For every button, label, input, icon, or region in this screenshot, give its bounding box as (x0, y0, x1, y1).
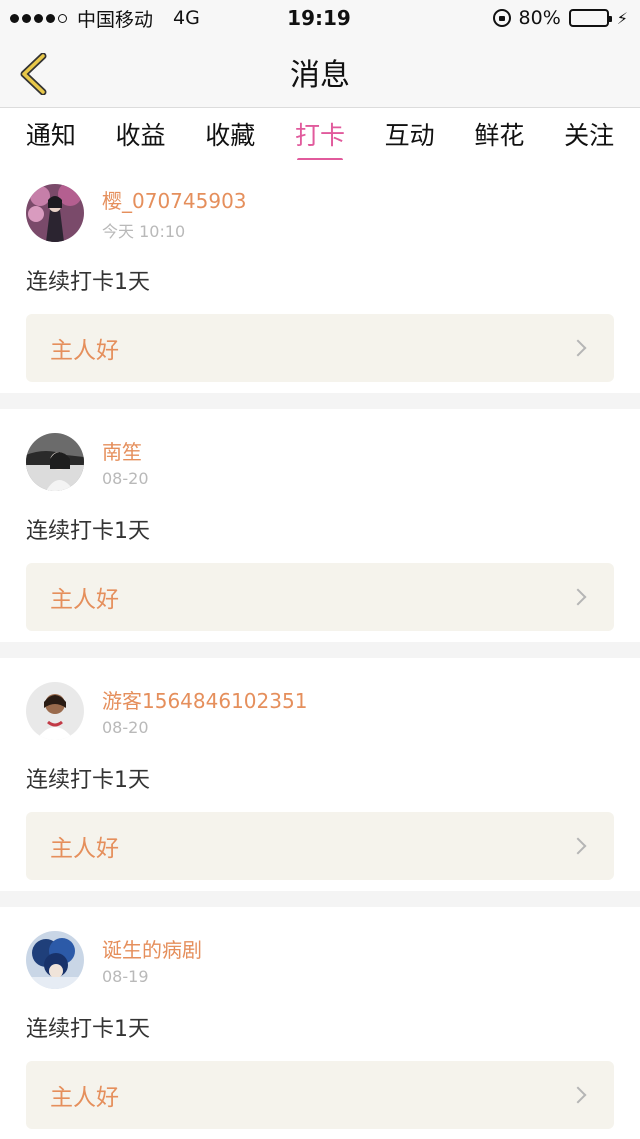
user-info: 诞生的病剧 08-19 (102, 934, 202, 986)
message-card: 游客1564846102351 08-20 连续打卡1天主人好 (0, 658, 640, 891)
status-left: 中国移动 4G (10, 5, 230, 32)
chevron-right-icon (569, 1086, 587, 1104)
battery-percent: 80% (518, 7, 561, 29)
status-bar: 中国移动 4G 19:19 80% ⚡ (0, 0, 640, 36)
card-header: 诞生的病剧 08-19 (26, 931, 614, 989)
message-text: 连续打卡1天 (26, 519, 150, 544)
tab-6[interactable]: 关注 (558, 116, 620, 162)
nav-bar: 消息 (0, 36, 640, 108)
card-header: 樱_070745903 今天 10:10 (26, 184, 614, 242)
status-time: 19:19 (287, 6, 351, 30)
carrier-label: 中国移动 (77, 8, 154, 31)
card-separator (0, 642, 640, 658)
reply-text: 主人好 (50, 1085, 119, 1111)
chevron-right-icon (569, 588, 587, 606)
chevron-left-icon (20, 53, 47, 95)
message-text: 连续打卡1天 (26, 768, 150, 793)
card-header: 南笙 08-20 (26, 433, 614, 491)
user-name[interactable]: 游客1564846102351 (102, 685, 307, 714)
message-card: 樱_070745903 今天 10:10 连续打卡1天主人好 (0, 160, 640, 393)
tab-bar: 通知 收益 收藏 打卡 互动 鲜花 关注 (0, 108, 640, 160)
charging-icon: ⚡ (616, 8, 628, 28)
signal-icon (10, 13, 67, 23)
message-feed: 樱_070745903 今天 10:10 连续打卡1天 主人好 南笙 08-20 连续打卡1… (0, 160, 640, 1139)
page-title: 消息 (290, 57, 350, 93)
message-time: 今天 10:10 (102, 221, 186, 241)
battery-icon (568, 9, 612, 27)
user-info: 游客1564846102351 08-20 (102, 685, 307, 737)
message-card: 南笙 08-20 连续打卡1天主人好 (0, 409, 640, 642)
app-root: 中国移动 4G 19:19 80% ⚡ 消息 通知 收益 收藏 打卡 互动 鲜花 关注 樱_… (0, 0, 640, 1139)
user-name[interactable]: 诞生的病剧 (102, 934, 202, 963)
reply-text: 主人好 (50, 338, 119, 364)
message-card: 诞生的病剧 08-19 连续打卡1天主人好 (0, 907, 640, 1139)
message-time: 08-19 (102, 967, 149, 986)
network-label: 4G (173, 7, 200, 29)
status-right: 80% ⚡ (408, 7, 628, 29)
reply-row[interactable]: 主人好 (26, 812, 614, 880)
card-separator (0, 393, 640, 409)
card-separator (0, 891, 640, 907)
avatar[interactable] (26, 682, 84, 740)
tab-2[interactable]: 收藏 (199, 116, 261, 162)
message-time: 08-20 (102, 469, 149, 488)
user-info: 樱_070745903 今天 10:10 (102, 185, 247, 242)
rotation-lock-icon (492, 9, 511, 27)
tab-0[interactable]: 通知 (20, 116, 82, 162)
chevron-right-icon (569, 339, 587, 357)
chevron-right-icon (569, 837, 587, 855)
reply-row[interactable]: 主人好 (26, 1061, 614, 1129)
avatar[interactable] (26, 931, 84, 989)
back-button[interactable] (14, 52, 54, 96)
reply-text: 主人好 (50, 587, 119, 613)
user-name[interactable]: 樱_070745903 (102, 185, 247, 214)
reply-row[interactable]: 主人好 (26, 314, 614, 382)
reply-text: 主人好 (50, 836, 119, 862)
avatar[interactable] (26, 433, 84, 491)
message-text: 连续打卡1天 (26, 1017, 150, 1042)
tab-1[interactable]: 收益 (110, 116, 172, 162)
tab-3[interactable]: 打卡 (289, 116, 351, 162)
user-info: 南笙 08-20 (102, 436, 149, 488)
card-header: 游客1564846102351 08-20 (26, 682, 614, 740)
avatar[interactable] (26, 184, 84, 242)
reply-row[interactable]: 主人好 (26, 563, 614, 631)
user-name[interactable]: 南笙 (102, 436, 149, 465)
message-text: 连续打卡1天 (26, 270, 150, 295)
tab-4[interactable]: 互动 (379, 116, 441, 162)
tab-5[interactable]: 鲜花 (468, 116, 530, 162)
message-time: 08-20 (102, 718, 149, 737)
